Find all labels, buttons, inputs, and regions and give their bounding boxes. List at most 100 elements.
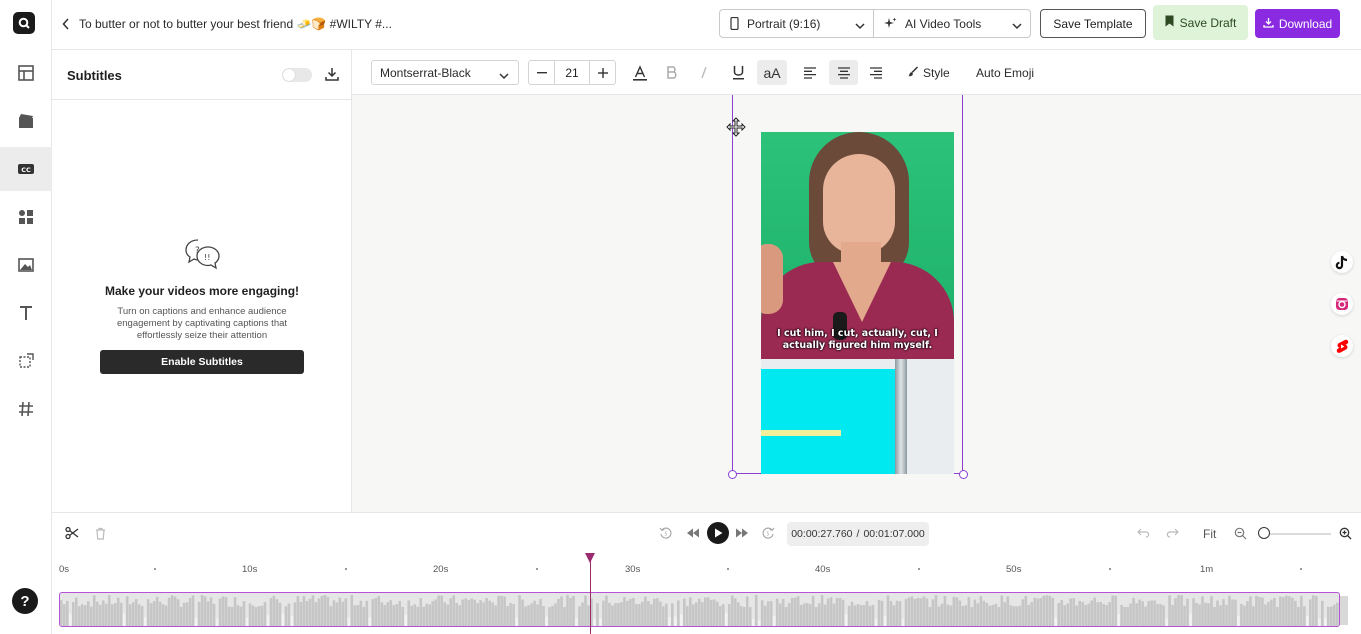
download-button[interactable]: Download [1255,9,1340,38]
scissors-icon[interactable] [64,525,80,541]
chevron-down-icon [499,69,509,83]
video-preview[interactable]: I cut him, I cut, actually, cut, I actua… [761,132,954,474]
save-draft-label: Save Draft [1179,15,1237,30]
time-display: 00:00:27.760 / 00:01:07.000 [787,522,929,546]
tiktok-icon[interactable] [1331,251,1353,273]
aspect-ratio-value: Portrait (9:16) [747,16,821,31]
text-format-toolbar: Montserrat-Black 21 aA Style Auto Emoji [352,50,1361,95]
resize-handle-bottom-right[interactable] [958,469,968,479]
text-color-icon[interactable] [628,60,652,85]
sparkle-icon [884,17,897,30]
play-icon [714,528,722,538]
download-subtitles-icon[interactable] [324,66,340,82]
ruler-label-40s: 40s [815,564,831,575]
style-label: Style [923,65,950,80]
hashtag-icon[interactable] [0,387,52,431]
font-size-value[interactable]: 21 [554,61,590,84]
align-left-icon[interactable] [798,60,822,85]
auto-emoji-button[interactable]: Auto Emoji [976,60,1034,85]
chevron-down-icon [855,19,865,33]
svg-text:!!: !! [204,253,210,262]
play-button[interactable] [707,522,729,544]
move-cursor-icon[interactable] [726,117,746,137]
align-center-icon[interactable] [829,60,858,85]
enable-subtitles-button[interactable]: Enable Subtitles [100,350,304,374]
rewind-5s-icon[interactable]: 5 [658,525,674,541]
zoom-slider-track[interactable] [1263,533,1331,535]
style-button[interactable]: Style [908,60,950,85]
bold-icon[interactable] [660,60,684,85]
ruler-label-20s: 20s [433,564,449,575]
decrease-size-button[interactable] [529,61,554,84]
download-label: Download [1278,16,1333,31]
resize-handle-bottom-left[interactable] [727,469,737,479]
back-chevron-icon[interactable] [62,17,74,31]
ruler-label-0s: 0s [59,564,70,575]
instagram-reels-icon[interactable] [1331,293,1353,315]
video-caption: I cut him, I cut, actually, cut, I actua… [777,328,938,351]
playhead-line[interactable] [589,553,591,634]
undo-icon[interactable] [1136,525,1152,541]
chevron-down-icon [1012,19,1022,33]
trash-icon[interactable] [92,525,108,541]
bookmark-icon [1165,15,1174,30]
time-separator: / [856,528,860,540]
top-header: To butter or not to butter your best fri… [52,0,1361,50]
ai-video-tools-select[interactable]: AI Video Tools [873,9,1031,38]
fit-button[interactable]: Fit [1203,527,1216,541]
forward-5s-icon[interactable]: 5 [760,525,776,541]
text-case-button[interactable]: aA [757,60,787,85]
empty-state-title: Make your videos more engaging! [104,284,300,298]
phone-icon [730,17,739,30]
audio-waveform [60,594,1339,626]
save-template-button[interactable]: Save Template [1040,9,1146,38]
svg-text:5: 5 [664,532,667,538]
skip-back-icon[interactable] [685,525,701,541]
video-canvas: I cut him, I cut, actually, cut, I actua… [352,95,1361,512]
text-icon[interactable] [0,291,52,335]
youtube-shorts-icon[interactable] [1331,335,1353,357]
svg-text:5: 5 [766,532,769,538]
chat-bubbles-icon: ?!! [184,238,222,270]
current-time: 00:00:27.760 [791,528,853,540]
ruler-label-50s: 50s [1006,564,1022,575]
video-track-clip[interactable] [59,592,1340,627]
redo-icon[interactable] [1164,525,1180,541]
layout-icon[interactable] [0,51,52,95]
zoom-out-icon[interactable] [1232,525,1248,541]
aspect-ratio-select[interactable]: Portrait (9:16) [719,9,874,38]
increase-size-button[interactable] [590,61,615,84]
panel-header: Subtitles [52,50,351,100]
skip-forward-icon[interactable] [734,525,750,541]
subtitles-toggle[interactable] [282,68,312,82]
brush-icon [908,65,919,80]
help-button[interactable]: ? [12,588,38,614]
ruler-label-10s: 10s [242,564,258,575]
empty-state-description: Turn on captions and enhance audience en… [116,306,288,341]
underline-icon[interactable] [726,60,750,85]
save-draft-button[interactable]: Save Draft [1153,5,1248,40]
left-rail: CC ? [0,0,52,634]
resize-icon[interactable] [0,339,52,383]
download-icon [1263,17,1274,31]
ai-tools-label: AI Video Tools [905,16,982,31]
zoom-slider-knob[interactable] [1258,527,1270,539]
ruler-label-30s: 30s [625,564,641,575]
total-time: 00:01:07.000 [863,528,925,540]
elements-icon[interactable] [0,195,52,239]
media-icon[interactable] [0,99,52,143]
svg-text:CC: CC [21,166,31,174]
font-size-stepper: 21 [528,60,616,85]
italic-icon[interactable] [692,60,716,85]
ruler-label-1m: 1m [1200,564,1214,575]
font-family-select[interactable]: Montserrat-Black [371,60,519,85]
align-right-icon[interactable] [864,60,888,85]
subtitles-panel: Subtitles ?!! Make your videos more enga… [52,50,352,512]
subtitles-icon[interactable]: CC [0,147,52,191]
project-title[interactable]: To butter or not to butter your best fri… [79,17,392,31]
timeline: 5 5 00:00:27.760 / 00:01:07.000 Fit 0s 1… [52,512,1361,634]
app-logo-icon[interactable] [13,12,35,34]
zoom-in-icon[interactable] [1337,525,1353,541]
font-family-value: Montserrat-Black [380,65,471,80]
images-icon[interactable] [0,243,52,287]
